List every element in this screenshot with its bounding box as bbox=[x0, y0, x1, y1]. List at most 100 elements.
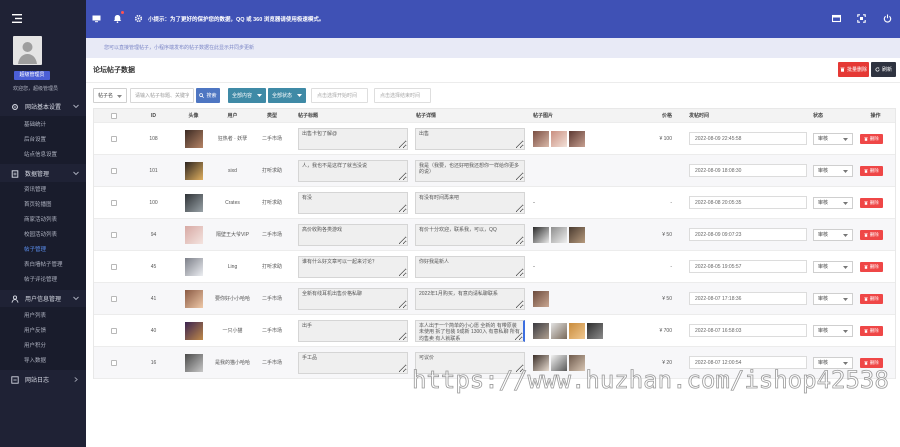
power-icon[interactable] bbox=[883, 14, 892, 23]
post-title-textarea[interactable]: 手工品 bbox=[298, 351, 408, 374]
column-header[interactable]: 发帖时间 bbox=[681, 112, 809, 119]
post-title-textarea[interactable]: 人，我也不是这样了就当没说 bbox=[298, 159, 408, 182]
row-checkbox[interactable] bbox=[111, 359, 117, 366]
start-date-input[interactable]: 点击选择开始时间 bbox=[311, 88, 368, 103]
user-silhouette-icon[interactable] bbox=[13, 36, 42, 65]
post-time-input[interactable] bbox=[689, 196, 807, 209]
delete-button[interactable]: 删除 bbox=[860, 165, 883, 176]
post-image-thumbnail[interactable] bbox=[587, 322, 603, 339]
menu-icon[interactable] bbox=[12, 14, 22, 23]
post-detail-textarea[interactable]: 有价十分欢迎，联系我，可以，QQ bbox=[415, 223, 525, 246]
post-time-input[interactable] bbox=[689, 164, 807, 177]
post-title-textarea[interactable]: 高价收购各类游戏 bbox=[298, 223, 408, 246]
post-detail-textarea[interactable]: 你好我是新人 bbox=[415, 255, 525, 278]
sidebar-item-post-comments[interactable]: 帖子评论管理 bbox=[0, 273, 86, 288]
sidebar-item-user-points[interactable]: 用户积分 bbox=[0, 339, 86, 354]
post-title-textarea[interactable]: 全新有线耳机出售价格私聊 bbox=[298, 287, 408, 310]
refresh-button[interactable]: 刷新 bbox=[871, 62, 896, 77]
sidebar-item-site-info[interactable]: 站点信息设置 bbox=[0, 148, 86, 163]
sidebar-item-posts[interactable]: 帖子管理 bbox=[0, 243, 86, 258]
sidebar-item-user-feedback[interactable]: 用户反馈 bbox=[0, 324, 86, 339]
post-image-thumbnail[interactable] bbox=[533, 130, 549, 147]
post-time-input[interactable] bbox=[689, 132, 807, 145]
status-select[interactable]: 审核 bbox=[813, 324, 853, 337]
sidebar-item-campus-activities[interactable]: 校园活动列表 bbox=[0, 228, 86, 243]
status-select[interactable]: 审核 bbox=[813, 260, 853, 273]
post-detail-textarea[interactable]: 有没有时间再来吧 bbox=[415, 191, 525, 214]
type-filter-select[interactable]: 全部内容 bbox=[228, 88, 266, 103]
status-select[interactable]: 审核 bbox=[813, 132, 853, 145]
post-time-input[interactable] bbox=[689, 260, 807, 273]
avatar[interactable] bbox=[184, 353, 203, 372]
window-icon[interactable] bbox=[832, 14, 841, 23]
monitor-icon[interactable] bbox=[92, 14, 101, 23]
settings-icon[interactable] bbox=[134, 14, 143, 23]
post-title-textarea[interactable]: 出手 bbox=[298, 319, 408, 342]
column-header[interactable]: ID bbox=[134, 113, 173, 119]
status-select[interactable]: 审核 bbox=[813, 196, 853, 209]
post-image-thumbnail[interactable] bbox=[569, 130, 585, 147]
end-date-input[interactable]: 点击选择结束时间 bbox=[374, 88, 431, 103]
post-title-textarea[interactable]: 有没 bbox=[298, 191, 408, 214]
delete-button[interactable]: 删除 bbox=[860, 229, 883, 240]
post-image-thumbnail[interactable] bbox=[533, 290, 549, 307]
avatar[interactable] bbox=[184, 289, 203, 308]
avatar[interactable] bbox=[184, 129, 203, 148]
post-image-thumbnail[interactable] bbox=[533, 322, 549, 339]
sidebar-group-data[interactable]: 数据管理 bbox=[0, 166, 86, 181]
sidebar-group-users[interactable]: 用户信息管理 bbox=[0, 291, 86, 306]
sidebar-item-user-list[interactable]: 用户列表 bbox=[0, 309, 86, 324]
delete-button[interactable]: 删除 bbox=[860, 133, 883, 144]
post-title-textarea[interactable]: 谁有什么好文章可以一起来讨论？ bbox=[298, 255, 408, 278]
post-image-thumbnail[interactable] bbox=[569, 322, 585, 339]
row-checkbox[interactable] bbox=[111, 295, 117, 302]
sidebar-item-merchant-activities[interactable]: 商家活动列表 bbox=[0, 213, 86, 228]
post-image-thumbnail[interactable] bbox=[551, 322, 567, 339]
delete-button[interactable]: 删除 bbox=[860, 261, 883, 272]
avatar[interactable] bbox=[184, 257, 203, 276]
post-detail-textarea[interactable]: 本人出于一个简单的小心愿 全新的 有带原装 未使用 拆了包装 9成新 1300入… bbox=[415, 319, 525, 342]
sidebar-group-site-settings[interactable]: 网站基本设置 bbox=[0, 99, 86, 114]
post-image-thumbnail[interactable] bbox=[551, 130, 567, 147]
avatar[interactable] bbox=[184, 321, 203, 340]
delete-button[interactable]: 删除 bbox=[860, 197, 883, 208]
status-select[interactable]: 审核 bbox=[813, 164, 853, 177]
status-filter-select[interactable]: 全部状态 bbox=[268, 88, 306, 103]
delete-button[interactable]: 删除 bbox=[860, 325, 883, 336]
search-input[interactable] bbox=[130, 88, 194, 103]
sidebar-item-banner[interactable]: 首页轮播图 bbox=[0, 198, 86, 213]
post-detail-textarea[interactable]: 出售 bbox=[415, 127, 525, 150]
row-checkbox[interactable] bbox=[111, 167, 117, 174]
post-time-input[interactable] bbox=[689, 292, 807, 305]
sidebar-item-confession-posts[interactable]: 表白墙帖子管理 bbox=[0, 258, 86, 273]
sidebar-group-logs[interactable]: 网站日志 bbox=[0, 372, 86, 387]
post-title-textarea[interactable]: 出售卡包了解@ bbox=[298, 127, 408, 150]
sidebar-item-import-data[interactable]: 导入数据 bbox=[0, 354, 86, 369]
post-image-thumbnail[interactable] bbox=[551, 226, 567, 243]
status-select[interactable]: 审核 bbox=[813, 228, 853, 241]
post-time-input[interactable] bbox=[689, 228, 807, 241]
search-field-select[interactable]: 帖子名 bbox=[93, 88, 127, 103]
sidebar-item-news[interactable]: 资讯管理 bbox=[0, 183, 86, 198]
row-checkbox[interactable] bbox=[111, 135, 117, 142]
row-checkbox[interactable] bbox=[111, 199, 117, 206]
post-detail-textarea[interactable]: 2022年1月购买，有意向请私聊联系 bbox=[415, 287, 525, 310]
post-image-thumbnail[interactable] bbox=[533, 226, 549, 243]
bell-icon[interactable] bbox=[113, 14, 122, 23]
post-time-input[interactable] bbox=[689, 324, 807, 337]
avatar[interactable] bbox=[184, 225, 203, 244]
post-image-thumbnail[interactable] bbox=[569, 226, 585, 243]
avatar[interactable] bbox=[184, 193, 203, 212]
sidebar-item-basic-stats[interactable]: 基础统计 bbox=[0, 118, 86, 133]
row-checkbox[interactable] bbox=[111, 263, 117, 270]
row-checkbox[interactable] bbox=[111, 231, 117, 238]
fullscreen-icon[interactable] bbox=[857, 14, 866, 23]
status-select[interactable]: 审核 bbox=[813, 292, 853, 305]
post-detail-textarea[interactable]: 我是（我要，也还好吧我还想你一样给你更多的说） bbox=[415, 159, 525, 182]
delete-button[interactable]: 删除 bbox=[860, 293, 883, 304]
avatar[interactable] bbox=[184, 161, 203, 180]
row-checkbox[interactable] bbox=[111, 327, 117, 334]
select-all-checkbox[interactable] bbox=[111, 112, 117, 119]
batch-delete-button[interactable]: 批量删除 bbox=[838, 62, 869, 77]
sidebar-item-admin-settings[interactable]: 后台设置 bbox=[0, 133, 86, 148]
